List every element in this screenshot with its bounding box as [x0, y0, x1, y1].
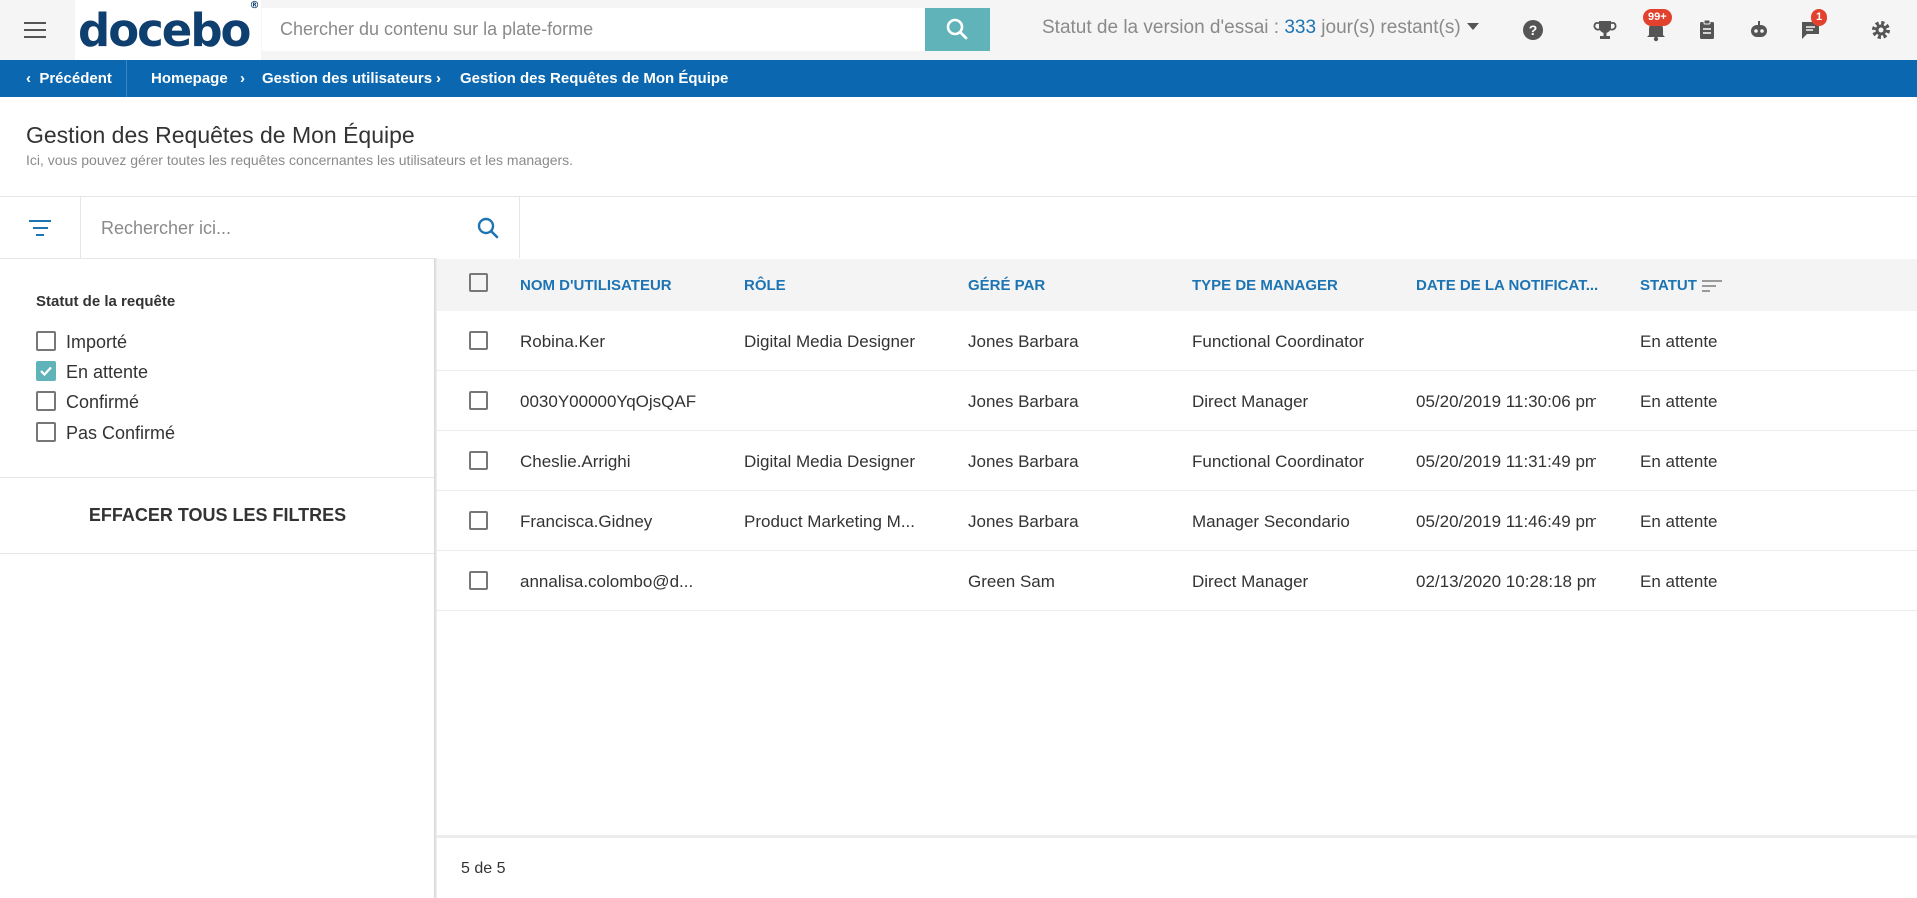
- cell-notification-date: 05/20/2019 11:30:06 pm: [1416, 392, 1596, 411]
- robot-icon[interactable]: [1745, 16, 1773, 44]
- breadcrumb: ‹ Précédent Homepage › Gestion des utili…: [0, 60, 1917, 97]
- page-subtitle: Ici, vous pouvez gérer toutes les requêt…: [26, 152, 574, 168]
- table-row[interactable]: Cheslie.Arrighi Digital Media Designer J…: [437, 431, 1917, 491]
- breadcrumb-divider: [126, 60, 127, 97]
- breadcrumb-user-management[interactable]: Gestion des utilisateurs: [262, 70, 432, 87]
- clipboard-icon[interactable]: [1693, 16, 1721, 44]
- cell-username: Cheslie.Arrighi: [520, 452, 631, 471]
- divider: [0, 196, 1917, 197]
- table-header: NOM D'UTILISATEUR RÔLE GÉRÉ PAR TYPE DE …: [437, 259, 1917, 311]
- messages-badge: 1: [1811, 9, 1828, 26]
- cell-role: Product Marketing M...: [744, 512, 916, 531]
- cell-role: Digital Media Designer: [744, 332, 916, 351]
- clear-filters-button[interactable]: EFFACER TOUS LES FILTRES: [0, 478, 435, 553]
- search-icon[interactable]: [474, 214, 502, 242]
- global-search: [262, 8, 990, 51]
- table-row[interactable]: Robina.Ker Digital Media Designer Jones …: [437, 311, 1917, 371]
- breadcrumb-homepage[interactable]: Homepage: [151, 70, 228, 87]
- table-footer-divider: [437, 835, 1917, 838]
- trial-label: Statut de la version d'essai :: [1042, 17, 1285, 38]
- divider: [0, 258, 437, 259]
- filter-group-title: Statut de la requête: [36, 293, 176, 310]
- column-header-role[interactable]: RÔLE: [744, 277, 786, 294]
- cell-managed-by: Jones Barbara: [968, 392, 1079, 411]
- logo-container[interactable]: docebo®: [75, 0, 261, 60]
- cell-username: Robina.Ker: [520, 332, 606, 351]
- row-checkbox[interactable]: [469, 511, 488, 530]
- breadcrumb-current: Gestion des Requêtes de Mon Équipe: [460, 70, 729, 87]
- row-checkbox[interactable]: [469, 571, 488, 590]
- cell-managed-by: Jones Barbara: [968, 452, 1079, 471]
- checkbox[interactable]: [36, 331, 56, 351]
- page-title: Gestion des Requêtes de Mon Équipe: [26, 122, 415, 148]
- cell-status: En attente: [1640, 392, 1718, 411]
- cell-notification-date: 02/13/2020 10:28:18 pm: [1416, 572, 1596, 591]
- cell-username: annalisa.colombo@d...: [520, 572, 694, 591]
- cell-notification-date: 05/20/2019 11:31:49 pm: [1416, 452, 1596, 471]
- cell-username: Francisca.Gidney: [520, 512, 653, 531]
- cell-status: En attente: [1640, 572, 1718, 591]
- cell-managed-by: Jones Barbara: [968, 512, 1079, 531]
- chevron-right-icon: ›: [240, 70, 245, 87]
- trial-suffix: jour(s) restant(s): [1316, 17, 1461, 38]
- filter-icon[interactable]: [28, 217, 52, 239]
- cell-manager-type: Direct Manager: [1192, 572, 1309, 591]
- column-header-notification-date[interactable]: DATE DE LA NOTIFICAT...: [1416, 277, 1598, 294]
- top-bar: docebo® Statut de la version d'essai : 3…: [0, 0, 1917, 60]
- check-icon: [40, 366, 52, 377]
- filter-option-label: En attente: [66, 362, 149, 382]
- table-row[interactable]: Francisca.Gidney Product Marketing M... …: [437, 491, 1917, 551]
- column-header-manager-type[interactable]: TYPE DE MANAGER: [1192, 277, 1338, 294]
- cell-status: En attente: [1640, 452, 1718, 471]
- cell-manager-type: Direct Manager: [1192, 392, 1309, 411]
- cell-notification-date: 05/20/2019 11:46:49 pm: [1416, 512, 1596, 531]
- gear-icon[interactable]: [1867, 16, 1895, 44]
- table-row[interactable]: annalisa.colombo@d... Green Sam Direct M…: [437, 551, 1917, 611]
- cell-username: 0030Y00000YqOjsQAF: [520, 392, 697, 411]
- cell-manager-type: Functional Coordinator: [1192, 452, 1364, 471]
- chevron-down-icon: [1466, 23, 1479, 30]
- global-search-button[interactable]: [925, 8, 990, 51]
- filter-option-label: Pas Confirmé: [66, 423, 176, 443]
- checkbox[interactable]: [36, 391, 56, 411]
- cell-role: Digital Media Designer: [744, 452, 916, 471]
- column-header-managed-by[interactable]: GÉRÉ PAR: [968, 277, 1045, 294]
- cell-manager-type: Functional Coordinator: [1192, 332, 1364, 351]
- search-input[interactable]: [81, 198, 471, 258]
- help-icon[interactable]: ?: [1519, 16, 1547, 44]
- back-button[interactable]: ‹ Précédent: [26, 70, 112, 87]
- menu-icon[interactable]: [24, 19, 50, 41]
- filter-option-label: Confirmé: [66, 392, 140, 412]
- filter-option-label: Importé: [66, 332, 128, 352]
- search-icon: [946, 18, 968, 40]
- logo: docebo®: [78, 0, 260, 57]
- global-search-input[interactable]: [262, 8, 925, 51]
- table-row[interactable]: 0030Y00000YqOjsQAF Jones Barbara Direct …: [437, 371, 1917, 431]
- cell-status: En attente: [1640, 332, 1718, 351]
- checkbox[interactable]: [36, 422, 56, 442]
- trial-days: 333: [1284, 17, 1317, 38]
- divider: [0, 553, 435, 554]
- trial-status[interactable]: Statut de la version d'essai : 333 jour(…: [1042, 17, 1479, 39]
- chevron-right-icon: ›: [436, 70, 441, 87]
- column-header-username[interactable]: NOM D'UTILISATEUR: [520, 277, 672, 294]
- checkbox-checked[interactable]: [36, 361, 56, 381]
- cell-status: En attente: [1640, 512, 1718, 531]
- svg-text:?: ?: [1529, 22, 1538, 38]
- trophy-icon[interactable]: [1591, 16, 1619, 44]
- cell-managed-by: Green Sam: [968, 572, 1055, 591]
- row-checkbox[interactable]: [469, 391, 488, 410]
- column-header-status[interactable]: STATUT: [1640, 277, 1697, 294]
- cell-manager-type: Manager Secondario: [1192, 512, 1350, 531]
- cell-managed-by: Jones Barbara: [968, 332, 1079, 351]
- divider: [519, 196, 520, 258]
- notifications-badge: 99+: [1643, 9, 1672, 26]
- sort-icon[interactable]: [1702, 278, 1724, 294]
- back-label: Précédent: [39, 70, 112, 87]
- select-all-checkbox[interactable]: [469, 273, 488, 292]
- row-checkbox[interactable]: [469, 331, 488, 350]
- pagination-summary: 5 de 5: [461, 860, 506, 877]
- row-checkbox[interactable]: [469, 451, 488, 470]
